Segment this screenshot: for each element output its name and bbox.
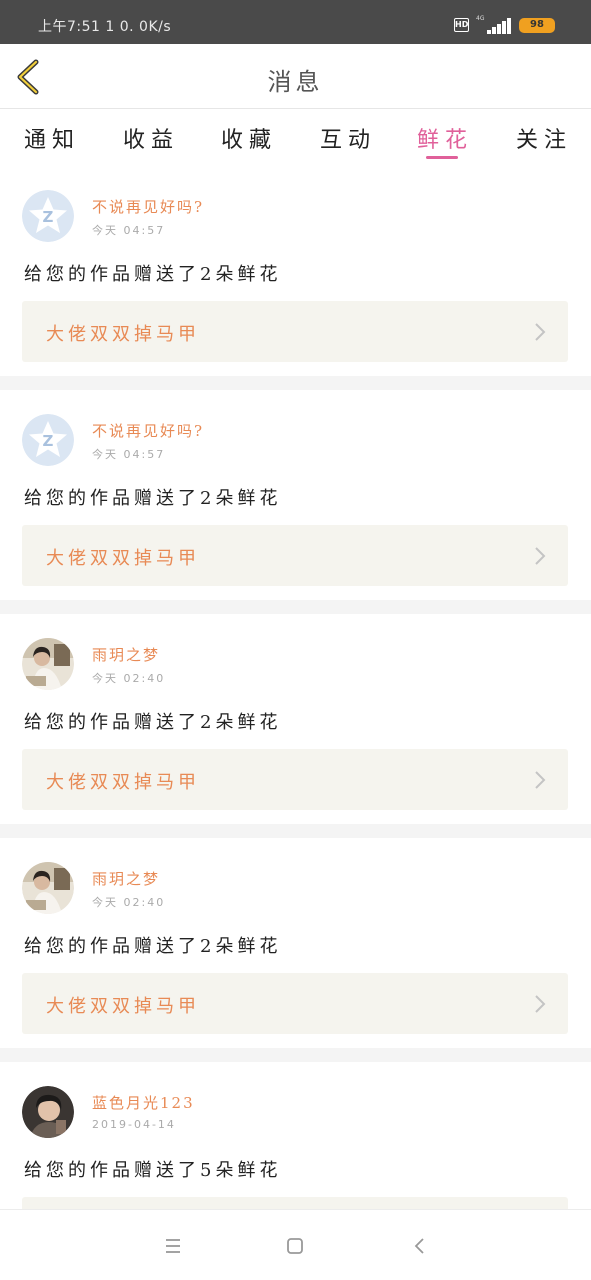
- avatar[interactable]: Z: [22, 414, 74, 466]
- tab-flowers[interactable]: 鲜花: [417, 122, 473, 154]
- tab-notifications[interactable]: 通知: [24, 122, 80, 154]
- message-text: 给您的作品赠送了2朵鲜花: [24, 264, 282, 285]
- message-text: 给您的作品赠送了5朵鲜花: [24, 1160, 282, 1181]
- svg-text:Z: Z: [43, 432, 54, 450]
- timestamp: 今天 04:57: [92, 224, 166, 237]
- tab-earnings[interactable]: 收益: [123, 122, 179, 154]
- page-title: 消息: [267, 68, 324, 96]
- work-title: 大佬双双掉马甲: [46, 548, 200, 569]
- chevron-right-icon: [535, 547, 546, 565]
- work-title: 大佬双双掉马甲: [46, 996, 200, 1017]
- list-item: 雨玥之梦 今天 02:40 给您的作品赠送了2朵鲜花 大佬双双掉马甲: [0, 614, 591, 824]
- system-navigation-bar: [0, 1209, 591, 1280]
- user-photo-icon: [22, 862, 74, 914]
- battery-icon: 98: [519, 18, 555, 33]
- work-link[interactable]: 大佬双双掉马甲: [22, 301, 568, 362]
- svg-text:Z: Z: [43, 208, 54, 226]
- work-title: 大佬双双掉马甲: [46, 772, 200, 793]
- work-link[interactable]: [22, 1197, 568, 1209]
- username[interactable]: 蓝色月光123: [92, 1092, 195, 1113]
- username[interactable]: 雨玥之梦: [92, 868, 160, 889]
- timestamp: 今天 02:40: [92, 672, 166, 685]
- divider: [0, 376, 591, 390]
- username[interactable]: 不说再见好吗?: [92, 420, 204, 441]
- message-list: Z 不说再见好吗? 今天 04:57 给您的作品赠送了2朵鲜花 大佬双双掉马甲 …: [0, 166, 591, 1209]
- menu-icon[interactable]: [161, 1234, 185, 1258]
- work-link[interactable]: 大佬双双掉马甲: [22, 525, 568, 586]
- tab-favorites[interactable]: 收藏: [221, 122, 277, 154]
- status-bar: 上午7:51 1 0. 0K/s HD 4G 98: [0, 0, 591, 44]
- timestamp: 2019-04-14: [92, 1118, 176, 1131]
- divider: [0, 824, 591, 838]
- avatar[interactable]: [22, 1086, 74, 1138]
- list-item: 蓝色月光123 2019-04-14 给您的作品赠送了5朵鲜花: [0, 1062, 591, 1209]
- signal-icon: [487, 18, 511, 34]
- avatar[interactable]: Z: [22, 190, 74, 242]
- message-text: 给您的作品赠送了2朵鲜花: [24, 712, 282, 733]
- work-title: 大佬双双掉马甲: [46, 324, 200, 345]
- list-item: 雨玥之梦 今天 02:40 给您的作品赠送了2朵鲜花 大佬双双掉马甲: [0, 838, 591, 1048]
- chevron-right-icon: [535, 771, 546, 789]
- hd-icon: HD: [454, 18, 469, 32]
- work-link[interactable]: 大佬双双掉马甲: [22, 973, 568, 1034]
- chevron-right-icon: [535, 995, 546, 1013]
- message-text: 给您的作品赠送了2朵鲜花: [24, 488, 282, 509]
- status-time: 上午7:51 1 0. 0K/s: [38, 19, 172, 35]
- username[interactable]: 不说再见好吗?: [92, 196, 204, 217]
- chevron-right-icon: [535, 323, 546, 341]
- default-avatar-icon: Z: [22, 190, 74, 242]
- user-photo-icon: [22, 638, 74, 690]
- timestamp: 今天 04:57: [92, 448, 166, 461]
- list-item: Z 不说再见好吗? 今天 04:57 给您的作品赠送了2朵鲜花 大佬双双掉马甲: [0, 390, 591, 600]
- divider: [0, 1048, 591, 1062]
- tab-interactions[interactable]: 互动: [320, 122, 376, 154]
- divider: [0, 600, 591, 614]
- tab-following[interactable]: 关注: [516, 122, 572, 154]
- active-tab-indicator: [426, 156, 458, 159]
- list-item: Z 不说再见好吗? 今天 04:57 给您的作品赠送了2朵鲜花 大佬双双掉马甲: [0, 166, 591, 376]
- username[interactable]: 雨玥之梦: [92, 644, 160, 665]
- default-avatar-icon: Z: [22, 414, 74, 466]
- message-text: 给您的作品赠送了2朵鲜花: [24, 936, 282, 957]
- network-type: 4G: [476, 15, 485, 22]
- nav-bar: 消息: [0, 44, 591, 109]
- avatar[interactable]: [22, 638, 74, 690]
- back-icon[interactable]: [408, 1234, 432, 1258]
- work-link[interactable]: 大佬双双掉马甲: [22, 749, 568, 810]
- home-icon[interactable]: [283, 1234, 307, 1258]
- user-photo-icon: [22, 1086, 74, 1138]
- tab-bar: 通知 收益 收藏 互动 鲜花 关注: [0, 110, 591, 166]
- timestamp: 今天 02:40: [92, 896, 166, 909]
- avatar[interactable]: [22, 862, 74, 914]
